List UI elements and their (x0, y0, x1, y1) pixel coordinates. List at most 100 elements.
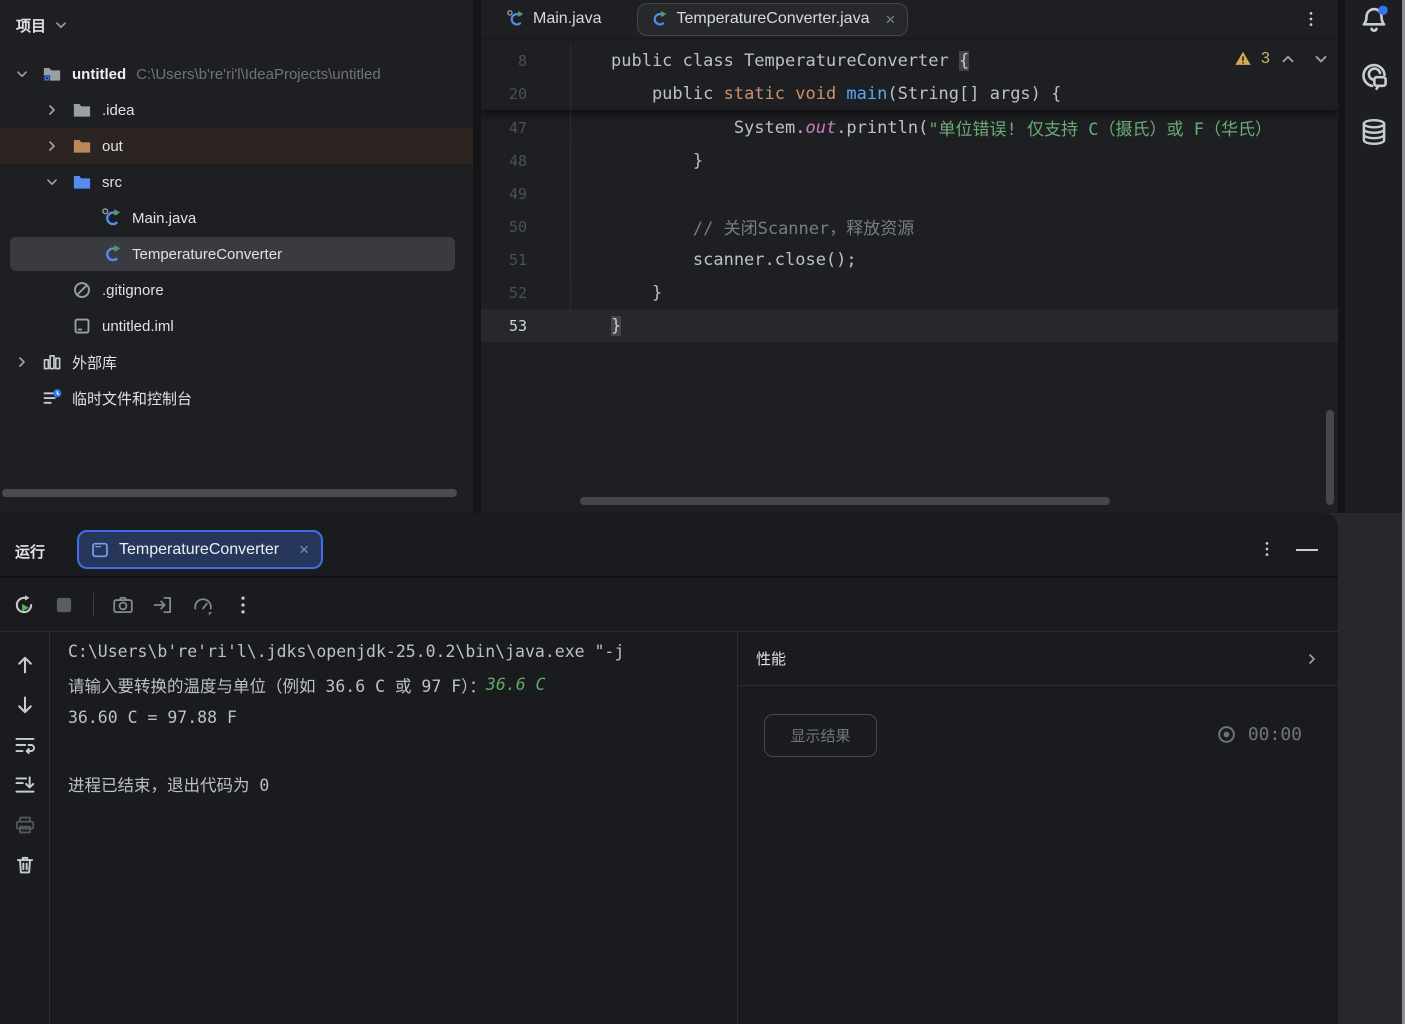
rerun-icon[interactable] (13, 594, 35, 616)
chevron-down-icon (53, 17, 69, 33)
line-number: 52 (481, 284, 542, 302)
code-line: 49 (481, 177, 1338, 210)
run-tool-window: 运行 TemperatureConverter × C:\Users\b're'… (0, 513, 1338, 1024)
java-class-icon (650, 10, 668, 28)
chevron-right-icon[interactable] (44, 102, 60, 118)
more-options-icon[interactable] (232, 594, 254, 616)
code-token: 进程已结束，退出代码为 0 (68, 772, 269, 796)
console-output[interactable]: C:\Users\b're'ri'l\.jdks\openjdk-25.0.2\… (51, 635, 737, 800)
chevron-down-icon[interactable] (44, 174, 60, 190)
code-line: 47 System.out.println("单位错误! 仅支持 C（摄氏）或 … (481, 111, 1338, 144)
timer: 00:00 (1216, 724, 1302, 745)
code-token: 36.60 C = 97.88 F (68, 708, 237, 727)
performance-header[interactable]: 性能 (738, 632, 1338, 686)
gutter (542, 177, 571, 210)
import-into-console-icon[interactable] (152, 594, 174, 616)
chevron-down-icon[interactable] (14, 66, 30, 82)
gutter (542, 243, 571, 276)
chevron-right-icon[interactable] (14, 354, 30, 370)
line-number: 51 (481, 251, 542, 269)
code-line: 53} (481, 309, 1338, 342)
project-panel-title: 项目 (16, 15, 46, 36)
tree-item-src[interactable]: src (0, 164, 473, 200)
tree-item--gitignore[interactable]: .gitignore (0, 272, 473, 308)
close-icon[interactable]: × (885, 11, 895, 28)
console-line: 36.60 C = 97.88 F (51, 701, 737, 734)
clear-console-icon[interactable] (14, 854, 36, 876)
code-token: } (611, 151, 703, 171)
tree-expander[interactable] (44, 100, 72, 120)
close-icon[interactable]: × (299, 540, 309, 560)
code-token: main (846, 84, 887, 104)
code-token: } (611, 316, 621, 336)
tree-item-外部库[interactable]: 外部库 (0, 344, 473, 380)
code-token: static void (724, 84, 847, 104)
tab-label: TemperatureConverter.java (676, 10, 869, 28)
tree-item-临时文件和控制台[interactable]: 临时文件和控制台 (0, 380, 473, 416)
code-line: 50 // 关闭Scanner，释放资源 (481, 210, 1338, 243)
arrow-down-icon[interactable] (14, 694, 36, 716)
minimize-icon[interactable] (1296, 549, 1318, 551)
code-token: scanner.close(); (611, 250, 857, 270)
code-token: 36.6 C (486, 675, 546, 694)
sticky-code-line: 20 public static void main(String[] args… (481, 77, 1338, 110)
gauge-icon[interactable] (192, 594, 214, 616)
tree-expander[interactable] (14, 64, 42, 84)
tree-item-untitled-iml[interactable]: untitled.iml (0, 308, 473, 344)
editor-vertical-scrollbar[interactable] (1326, 410, 1334, 505)
line-number: 8 (481, 52, 542, 70)
tree-expander[interactable] (44, 136, 72, 156)
record-icon (1216, 724, 1237, 745)
code-token: System. (611, 118, 805, 138)
editor-horizontal-scrollbar[interactable] (580, 497, 1110, 505)
project-horizontal-scrollbar[interactable] (2, 489, 457, 497)
tree-expander-spacer (44, 280, 72, 300)
library-icon (42, 352, 62, 372)
tree-item-main-java[interactable]: Main.java (0, 200, 473, 236)
chevron-right-icon[interactable] (44, 138, 60, 154)
line-number: 50 (481, 218, 542, 236)
editor-options-kebab-icon[interactable] (1302, 10, 1320, 28)
tree-item-label: untitled (72, 66, 126, 83)
intellij-window: 项目 untitledC:\Users\b're'ri'l\IdeaProjec… (0, 0, 1405, 1024)
camera-icon[interactable] (112, 594, 134, 616)
prev-problem-chevron-up-icon[interactable] (1279, 50, 1297, 68)
show-results-button[interactable]: 显示结果 (764, 714, 877, 757)
tree-item-untitled[interactable]: untitledC:\Users\b're'ri'l\IdeaProjects\… (0, 56, 473, 92)
gutter (542, 144, 571, 177)
code-token: { (959, 51, 969, 71)
soft-wrap-icon[interactable] (14, 734, 36, 756)
tree-item-label: .idea (102, 102, 135, 119)
code-area[interactable]: 47 System.out.println("单位错误! 仅支持 C（摄氏）或 … (481, 111, 1338, 342)
database-icon[interactable] (1359, 117, 1389, 147)
ai-assistant-icon[interactable] (1359, 61, 1389, 91)
tree-item-temperatureconverter[interactable]: TemperatureConverter (0, 236, 473, 272)
scratches-icon (42, 388, 62, 408)
tab-temperatureconverter-java[interactable]: TemperatureConverter.java × (637, 3, 908, 36)
line-number: 47 (481, 119, 542, 137)
tree-item--idea[interactable]: .idea (0, 92, 473, 128)
code-token: out (805, 118, 836, 138)
tree-item-out[interactable]: out (0, 128, 473, 164)
inspections-widget[interactable]: 3 (1234, 50, 1330, 68)
tree-item-label: src (102, 174, 122, 191)
next-problem-chevron-down-icon[interactable] (1312, 50, 1330, 68)
tree-expander[interactable] (14, 352, 42, 372)
notifications-bell-icon[interactable] (1359, 5, 1389, 35)
tree-item-label: 外部库 (72, 352, 117, 373)
stop-icon[interactable] (53, 594, 75, 616)
arrow-up-icon[interactable] (14, 654, 36, 676)
tab-main-java[interactable]: Main.java (497, 0, 611, 38)
run-tab-temperatureconverter[interactable]: TemperatureConverter × (77, 530, 323, 569)
module-file-icon (72, 316, 92, 336)
tree-expander[interactable] (44, 172, 72, 192)
project-panel-header[interactable]: 项目 (0, 0, 473, 40)
tree-item-label: .gitignore (102, 282, 164, 299)
gutter (542, 111, 571, 144)
warning-icon (1234, 50, 1252, 68)
scroll-to-end-icon[interactable] (14, 774, 36, 796)
run-options-kebab-icon[interactable] (1258, 540, 1276, 558)
performance-panel: 性能 显示结果 00:00 (737, 632, 1338, 1024)
print-icon[interactable] (14, 814, 36, 836)
run-panel-title: 运行 (15, 541, 45, 562)
